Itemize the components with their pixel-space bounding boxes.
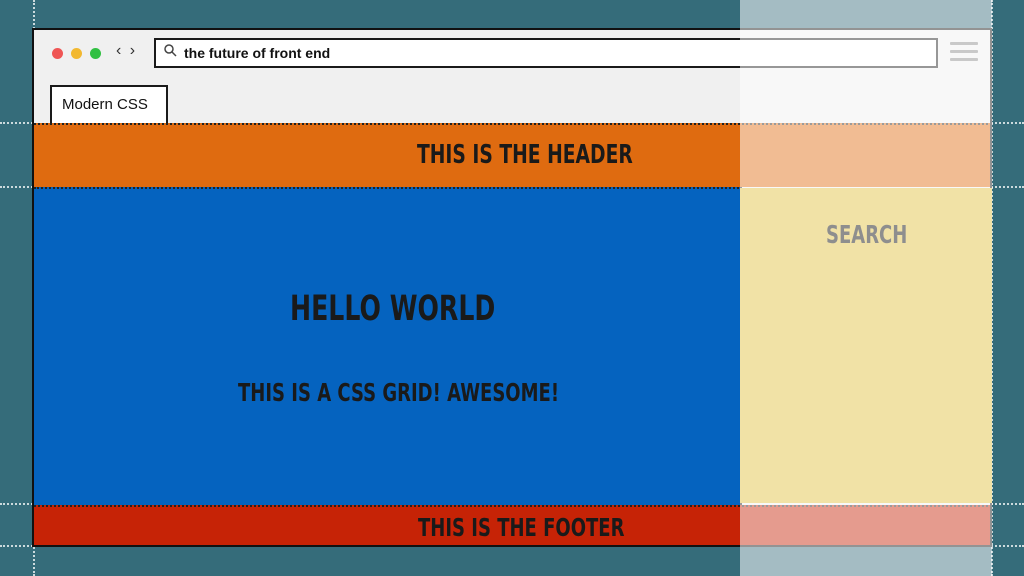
tab-label: Modern CSS	[62, 96, 148, 113]
main-title: HELLO WORLD	[290, 289, 496, 329]
back-forward-arrows-icon[interactable]: ‹ ›	[116, 42, 137, 60]
tab-modern-css[interactable]: Modern CSS	[50, 85, 168, 123]
header-text: THIS IS THE HEADER	[417, 140, 633, 170]
sidebar-search-text: SEARCH	[826, 220, 908, 249]
main-subtitle: THIS IS A CSS GRID! AWESOME!	[238, 378, 560, 407]
address-bar-text: the future of front end	[184, 45, 331, 61]
search-icon	[164, 44, 177, 60]
page-main: HELLO WORLD THIS IS A CSS GRID! AWESOME!	[34, 187, 742, 505]
page-sidebar: SEARCH	[740, 188, 992, 503]
maximize-window-button[interactable]	[90, 48, 101, 59]
close-window-button[interactable]	[52, 48, 63, 59]
footer-text: THIS IS THE FOOTER	[418, 513, 625, 542]
minimize-window-button[interactable]	[71, 48, 82, 59]
